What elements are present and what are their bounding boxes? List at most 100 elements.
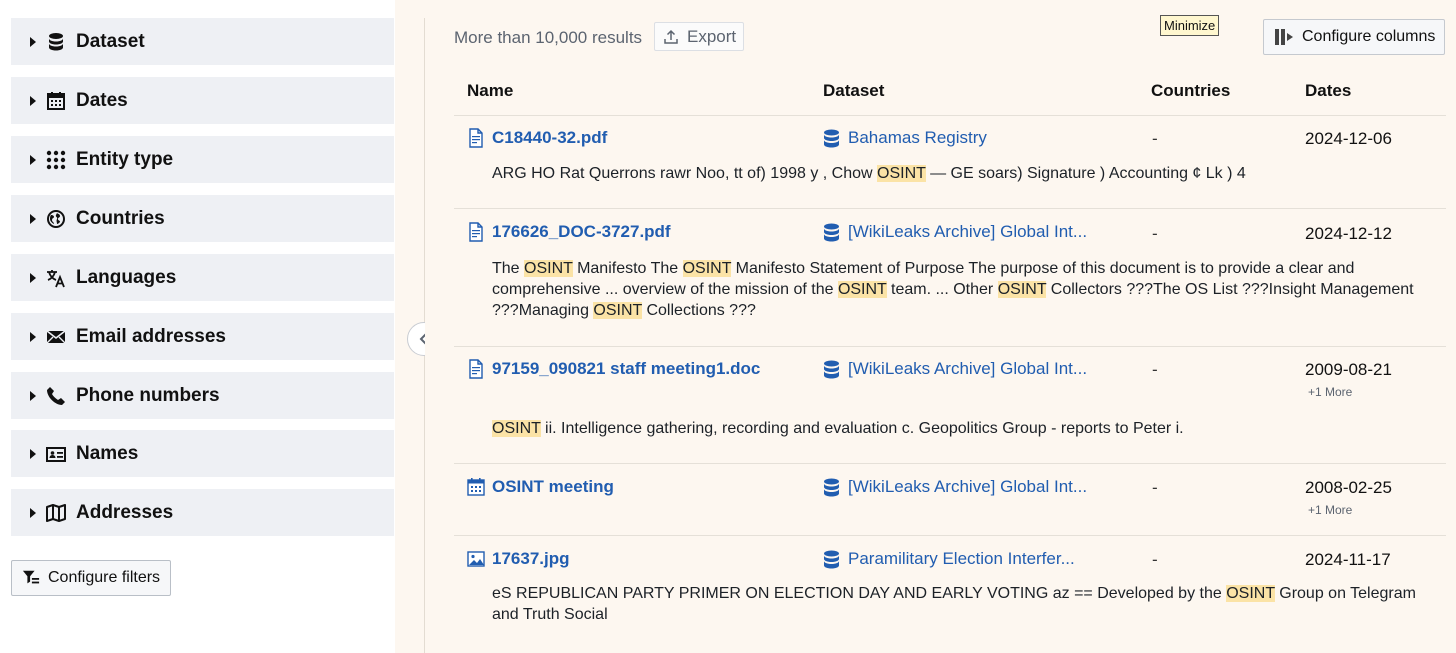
result-dataset: [WikiLeaks Archive] Global Int...	[848, 477, 1088, 496]
search-highlight: OSINT	[492, 420, 541, 437]
map-icon	[45, 502, 67, 524]
database-icon	[824, 478, 839, 496]
row-divider	[454, 208, 1446, 209]
row-divider	[454, 346, 1446, 347]
export-label: Export	[687, 26, 737, 46]
configure-columns-label: Configure columns	[1302, 28, 1436, 45]
more-dates-link[interactable]: +1 More	[1308, 503, 1352, 517]
calendar-event-icon	[467, 478, 485, 496]
calendar-icon	[45, 90, 67, 112]
caret-right-icon	[30, 213, 36, 224]
result-date: 2024-12-06	[1305, 129, 1392, 148]
result-date: 2008-02-25	[1305, 478, 1392, 497]
result-dataset: [WikiLeaks Archive] Global Int...	[848, 359, 1088, 378]
envelope-icon	[45, 326, 67, 348]
database-icon	[824, 550, 839, 568]
facet-label: Names	[76, 442, 139, 464]
result-name-link[interactable]: 176626_DOC-3727.pdf	[468, 222, 671, 242]
result-name: 17637.jpg	[492, 549, 570, 568]
search-highlight: OSINT	[593, 302, 643, 319]
result-name: C18440-32.pdf	[492, 128, 608, 147]
image-file-icon	[467, 551, 485, 567]
result-dataset-link[interactable]: [WikiLeaks Archive] Global Int...	[823, 477, 1087, 497]
database-icon	[45, 31, 67, 53]
caret-right-icon	[30, 36, 36, 47]
result-date: 2024-12-12	[1305, 224, 1392, 243]
facet-dataset[interactable]: Dataset	[11, 18, 394, 65]
result-dataset-link[interactable]: Paramilitary Election Interfer...	[823, 549, 1075, 569]
pdf-file-icon	[469, 128, 483, 148]
caret-right-icon	[30, 390, 36, 401]
result-name: 97159_090821 staff meeting1.doc	[492, 359, 761, 378]
minimize-tooltip: Minimize	[1160, 15, 1220, 36]
result-date: 2009-08-21	[1305, 360, 1392, 379]
facet-label: Phone numbers	[76, 384, 220, 406]
caret-right-icon	[30, 507, 36, 518]
row-divider	[454, 463, 1446, 464]
facet-languages[interactable]: Languages	[11, 254, 394, 301]
result-date: 2024-11-17	[1305, 550, 1391, 569]
facet-entity-type[interactable]: Entity type	[11, 136, 394, 183]
result-name: 176626_DOC-3727.pdf	[492, 222, 671, 241]
more-dates-link[interactable]: +1 More	[1308, 385, 1352, 399]
facet-dates[interactable]: Dates	[11, 77, 394, 124]
facet-label: Languages	[76, 266, 177, 288]
result-name-link[interactable]: C18440-32.pdf	[468, 128, 607, 148]
column-header-dataset[interactable]: Dataset	[823, 81, 884, 101]
configure-filters-button[interactable]: Configure filters	[11, 560, 171, 596]
facet-label: Addresses	[76, 501, 174, 523]
facet-phone-numbers[interactable]: Phone numbers	[11, 372, 394, 419]
caret-right-icon	[30, 331, 36, 342]
facet-countries[interactable]: Countries	[11, 195, 394, 242]
facet-names[interactable]: Names	[11, 430, 394, 477]
result-dataset: Paramilitary Election Interfer...	[848, 549, 1075, 568]
result-dataset: [WikiLeaks Archive] Global Int...	[848, 222, 1088, 241]
result-countries: -	[1152, 224, 1158, 243]
search-highlight: OSINT	[877, 165, 926, 182]
result-name: OSINT meeting	[492, 477, 614, 496]
facet-label: Countries	[76, 207, 165, 229]
result-dataset-link[interactable]: [WikiLeaks Archive] Global Int...	[823, 222, 1087, 242]
database-icon	[824, 223, 839, 241]
facet-email-addresses[interactable]: Email addresses	[11, 313, 394, 360]
doc-file-icon	[469, 359, 483, 379]
result-name-link[interactable]: 97159_090821 staff meeting1.doc	[468, 359, 760, 379]
column-header-countries[interactable]: Countries	[1151, 81, 1230, 101]
export-button[interactable]: Export	[654, 22, 744, 51]
facet-label: Dates	[76, 89, 128, 111]
column-header-name[interactable]: Name	[467, 81, 513, 101]
columns-icon	[1275, 29, 1293, 45]
search-highlight: OSINT	[524, 260, 573, 277]
facet-label: Email addresses	[76, 325, 226, 347]
result-dataset-link[interactable]: Bahamas Registry	[823, 128, 987, 148]
configure-columns-button[interactable]: Configure columns	[1263, 19, 1445, 55]
caret-right-icon	[30, 154, 36, 165]
result-name-link[interactable]: 17637.jpg	[467, 549, 570, 569]
caret-right-icon	[30, 448, 36, 459]
results-count: More than 10,000 results	[454, 28, 643, 47]
export-icon	[664, 29, 678, 44]
result-name-link[interactable]: OSINT meeting	[467, 477, 614, 497]
result-dataset-link[interactable]: [WikiLeaks Archive] Global Int...	[823, 359, 1087, 379]
configure-filters-label: Configure filters	[48, 569, 161, 586]
id-card-icon	[45, 443, 67, 465]
result-dataset: Bahamas Registry	[848, 128, 987, 147]
facet-addresses[interactable]: Addresses	[11, 489, 394, 536]
filter-list-icon	[22, 570, 40, 584]
result-countries: -	[1152, 129, 1158, 148]
facet-label: Entity type	[76, 148, 174, 170]
column-header-dates[interactable]: Dates	[1305, 81, 1351, 101]
result-countries: -	[1152, 478, 1158, 497]
search-highlight: OSINT	[1226, 585, 1275, 602]
facet-label: Dataset	[76, 30, 145, 52]
result-snippet: eS REPUBLICAN PARTY PRIMER ON ELECTION D…	[492, 585, 1416, 623]
search-highlight: OSINT	[997, 281, 1047, 298]
results-panel: More than 10,000 results Export Minimize…	[425, 0, 1456, 653]
caret-right-icon	[30, 272, 36, 283]
grid-dots-icon	[45, 149, 67, 171]
facet-sidebar: Dataset Dates Entity type Countries Lang…	[0, 0, 405, 653]
result-snippet: The OSINT Manifesto The OSINT Manifesto …	[492, 260, 1414, 319]
search-highlight: OSINT	[837, 281, 887, 298]
result-countries: -	[1152, 360, 1158, 379]
search-highlight: OSINT	[682, 260, 732, 277]
